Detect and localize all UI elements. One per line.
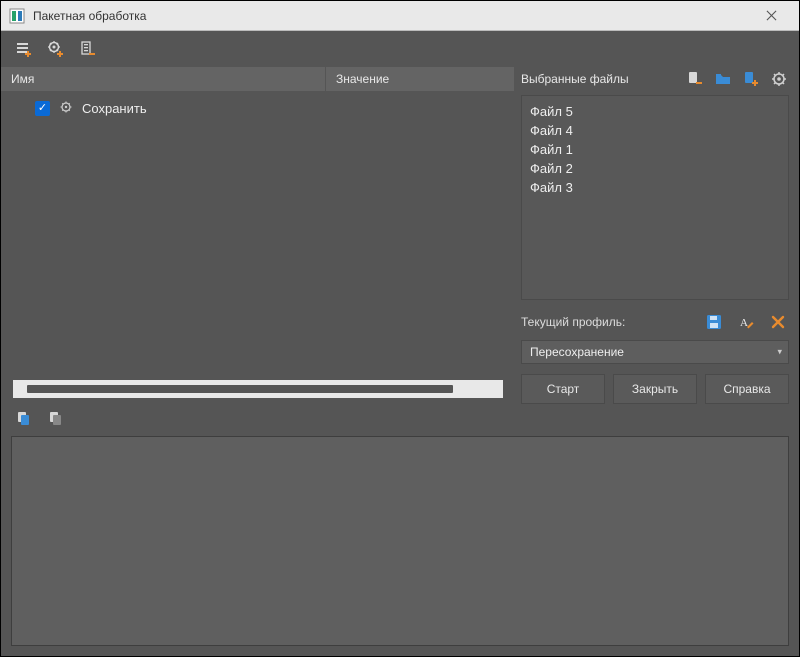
add-folder-button[interactable] [713,69,733,89]
files-panel: Выбранные файлы Файл 5 Файл 4 Файл 1 Фай… [515,67,799,404]
col-header-name[interactable]: Имя [1,67,326,91]
rename-profile-button[interactable]: A [735,311,757,333]
paste-log-button[interactable] [45,408,67,430]
save-profile-button[interactable] [703,311,725,333]
main-area: Имя Значение ✓ Сохранить Выбранные файлы [1,67,799,404]
task-checkbox[interactable]: ✓ [35,101,50,116]
gear-icon[interactable] [60,101,72,116]
title-bar: Пакетная обработка [1,1,799,31]
list-item[interactable]: Файл 5 [530,102,780,121]
table-header: Имя Значение [1,67,515,91]
start-button[interactable]: Старт [521,374,605,404]
task-label: Сохранить [82,101,147,116]
app-icon [9,8,25,24]
list-item[interactable]: Файл 3 [530,178,780,197]
file-list[interactable]: Файл 5 Файл 4 Файл 1 Файл 2 Файл 3 [521,95,789,300]
window-title: Пакетная обработка [33,9,751,23]
list-item[interactable]: Файл 1 [530,140,780,159]
scrollbar-thumb[interactable] [27,385,453,393]
log-toolbar [1,406,799,432]
add-task-button[interactable] [13,38,35,60]
main-toolbar [1,31,799,67]
settings-button[interactable] [769,69,789,89]
tasks-panel: Имя Значение ✓ Сохранить [1,67,515,404]
window-close-button[interactable] [751,2,791,30]
remove-task-button[interactable] [77,38,99,60]
list-item[interactable]: Файл 2 [530,159,780,178]
files-label: Выбранные файлы [521,72,677,86]
remove-file-button[interactable] [685,69,705,89]
task-row[interactable]: ✓ Сохранить [1,97,515,119]
profile-select[interactable]: Пересохранение ▾ [521,340,789,364]
list-item[interactable]: Файл 4 [530,121,780,140]
files-header: Выбранные файлы [521,67,789,91]
copy-log-button[interactable] [13,408,35,430]
log-panel[interactable] [11,436,789,646]
col-header-value[interactable]: Значение [326,67,515,91]
help-button[interactable]: Справка [705,374,789,404]
add-settings-button[interactable] [45,38,67,60]
add-file-button[interactable] [741,69,761,89]
profile-label: Текущий профиль: [521,315,693,329]
horizontal-scrollbar[interactable] [13,380,503,398]
svg-text:A: A [740,317,748,329]
task-tree[interactable]: ✓ Сохранить [1,91,515,380]
close-button[interactable]: Закрыть [613,374,697,404]
chevron-down-icon: ▾ [777,347,782,358]
profile-row: Текущий профиль: A [521,310,789,334]
action-buttons: Старт Закрыть Справка [521,374,789,404]
delete-profile-button[interactable] [767,311,789,333]
profile-selected-value: Пересохранение [530,345,624,359]
